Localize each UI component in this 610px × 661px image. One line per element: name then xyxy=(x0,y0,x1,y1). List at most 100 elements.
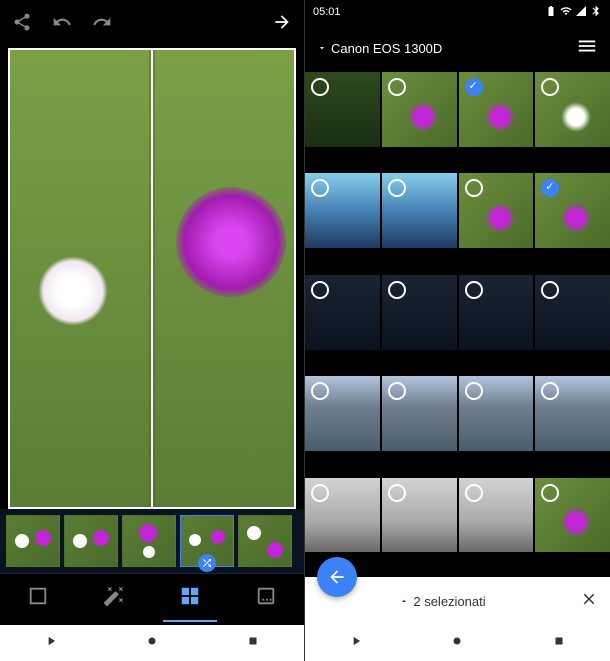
selection-circle[interactable] xyxy=(541,78,559,96)
thumb-preview xyxy=(267,542,283,558)
android-nav-bar xyxy=(0,625,304,661)
selection-circle[interactable] xyxy=(311,484,329,502)
editor-screen xyxy=(0,0,305,661)
flower-decoration xyxy=(561,507,591,537)
selection-text-value: 2 selezionati xyxy=(413,594,485,609)
status-icons-group xyxy=(545,5,602,20)
flower-purple-decoration xyxy=(176,187,286,297)
flower-decoration xyxy=(408,102,438,132)
selection-bar: 2 selezionati xyxy=(305,577,610,625)
layout-thumb-1[interactable] xyxy=(6,515,60,567)
layout-thumb-5[interactable] xyxy=(238,515,292,567)
gallery-cell-13[interactable] xyxy=(382,376,457,451)
editor-toolbar xyxy=(0,0,304,48)
chevron-down-icon xyxy=(317,43,327,53)
gallery-cell-12[interactable] xyxy=(305,376,380,451)
flower-decoration xyxy=(485,203,515,233)
gallery-cell-19[interactable] xyxy=(535,478,610,553)
camera-dropdown[interactable]: Canon EOS 1300D xyxy=(317,41,442,56)
selection-circle[interactable] xyxy=(388,382,406,400)
selection-circle[interactable] xyxy=(465,484,483,502)
tab-aspect[interactable] xyxy=(239,577,293,622)
thumb-preview xyxy=(73,534,87,548)
nav-recent-icon[interactable] xyxy=(552,634,566,653)
gallery-cell-4[interactable] xyxy=(305,173,380,248)
undo-icon[interactable] xyxy=(52,12,72,37)
selection-circle[interactable] xyxy=(465,78,483,96)
redo-icon[interactable] xyxy=(92,12,112,37)
gallery-cell-5[interactable] xyxy=(382,173,457,248)
toolbar-left-group xyxy=(12,12,112,37)
gallery-cell-6[interactable] xyxy=(459,173,534,248)
share-icon[interactable] xyxy=(12,12,32,37)
bluetooth-icon xyxy=(590,5,602,20)
selection-circle[interactable] xyxy=(541,382,559,400)
collage-divider[interactable] xyxy=(151,50,153,507)
battery-icon xyxy=(545,5,557,20)
hamburger-menu-icon[interactable] xyxy=(576,35,598,62)
flower-decoration xyxy=(561,102,591,132)
thumb-preview xyxy=(189,534,201,546)
selection-circle[interactable] xyxy=(541,179,559,197)
gallery-cell-16[interactable] xyxy=(305,478,380,553)
fab-back-button[interactable] xyxy=(317,557,357,597)
collage-pane-right[interactable] xyxy=(155,50,294,507)
selection-circle[interactable] xyxy=(541,484,559,502)
shuffle-badge-icon[interactable] xyxy=(198,554,216,572)
close-selection-icon[interactable] xyxy=(580,590,598,613)
thumb-preview xyxy=(247,526,261,540)
flower-white-decoration xyxy=(38,256,108,326)
selection-circle[interactable] xyxy=(388,179,406,197)
selection-circle[interactable] xyxy=(541,281,559,299)
selection-circle[interactable] xyxy=(311,179,329,197)
gallery-cell-18[interactable] xyxy=(459,478,534,553)
editor-bottom-tabs xyxy=(0,573,304,625)
selection-circle[interactable] xyxy=(465,179,483,197)
nav-home-icon[interactable] xyxy=(145,634,159,653)
selection-count-label: 2 selezionati xyxy=(317,594,568,609)
nav-home-icon[interactable] xyxy=(450,634,464,653)
chevron-up-icon xyxy=(399,596,409,606)
gallery-cell-14[interactable] xyxy=(459,376,534,451)
selection-circle[interactable] xyxy=(311,382,329,400)
collage-preview[interactable] xyxy=(8,48,296,509)
nav-back-icon[interactable] xyxy=(349,634,363,653)
gallery-cell-11[interactable] xyxy=(535,275,610,350)
nav-recent-icon[interactable] xyxy=(246,634,260,653)
layout-thumb-4[interactable] xyxy=(180,515,234,567)
gallery-cell-9[interactable] xyxy=(382,275,457,350)
tab-frame[interactable] xyxy=(11,577,65,622)
selection-circle[interactable] xyxy=(311,78,329,96)
selection-circle[interactable] xyxy=(388,281,406,299)
thumb-preview xyxy=(211,530,225,544)
gallery-grid xyxy=(305,72,610,577)
gallery-cell-0[interactable] xyxy=(305,72,380,147)
gallery-cell-10[interactable] xyxy=(459,275,534,350)
status-time: 05:01 xyxy=(313,6,341,18)
layout-thumb-3[interactable] xyxy=(122,515,176,567)
selection-circle[interactable] xyxy=(388,78,406,96)
selection-circle[interactable] xyxy=(388,484,406,502)
tab-edit[interactable] xyxy=(87,577,141,622)
android-nav-bar xyxy=(305,625,610,661)
gallery-cell-7[interactable] xyxy=(535,173,610,248)
thumb-preview xyxy=(139,524,157,542)
wifi-icon xyxy=(560,5,572,20)
gallery-cell-1[interactable] xyxy=(382,72,457,147)
selection-circle[interactable] xyxy=(465,382,483,400)
flower-decoration xyxy=(485,102,515,132)
gallery-cell-17[interactable] xyxy=(382,478,457,553)
layout-thumb-2[interactable] xyxy=(64,515,118,567)
tab-layout[interactable] xyxy=(163,577,217,622)
gallery-cell-15[interactable] xyxy=(535,376,610,451)
selection-circle[interactable] xyxy=(465,281,483,299)
gallery-cell-3[interactable] xyxy=(535,72,610,147)
nav-back-icon[interactable] xyxy=(44,634,58,653)
camera-name-label: Canon EOS 1300D xyxy=(331,41,442,56)
flower-decoration xyxy=(561,203,591,233)
gallery-cell-8[interactable] xyxy=(305,275,380,350)
selection-circle[interactable] xyxy=(311,281,329,299)
gallery-cell-2[interactable] xyxy=(459,72,534,147)
collage-pane-left[interactable] xyxy=(10,50,149,507)
forward-arrow-icon[interactable] xyxy=(272,12,292,37)
